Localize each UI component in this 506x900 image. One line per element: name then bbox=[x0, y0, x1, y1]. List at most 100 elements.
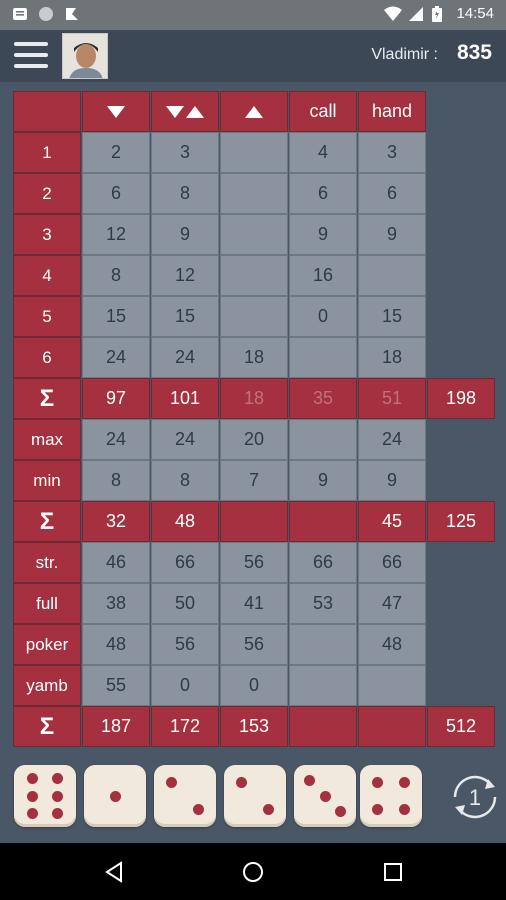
score-cell[interactable]: 9 bbox=[358, 460, 426, 501]
score-cell[interactable]: 4 bbox=[289, 132, 357, 173]
score-cell[interactable]: 0 bbox=[151, 665, 219, 706]
die-pip bbox=[27, 807, 39, 819]
column-header-down[interactable] bbox=[82, 91, 150, 132]
score-cell[interactable]: 2 bbox=[82, 132, 150, 173]
score-cell[interactable]: 48 bbox=[82, 624, 150, 665]
score-cell[interactable]: 24 bbox=[82, 337, 150, 378]
score-cell[interactable] bbox=[220, 132, 288, 173]
score-cell[interactable]: 8 bbox=[151, 460, 219, 501]
sum-cell bbox=[220, 501, 288, 542]
score-cell[interactable]: 12 bbox=[82, 214, 150, 255]
row-label: poker bbox=[13, 624, 81, 665]
score-cell[interactable]: 15 bbox=[358, 296, 426, 337]
score-cell[interactable]: 24 bbox=[358, 419, 426, 460]
score-cell[interactable]: 24 bbox=[151, 337, 219, 378]
score-cell[interactable]: 66 bbox=[151, 542, 219, 583]
score-cell[interactable]: 18 bbox=[220, 337, 288, 378]
sum-cell bbox=[289, 501, 357, 542]
sum-cell: 35 bbox=[289, 378, 357, 419]
home-icon[interactable] bbox=[240, 859, 266, 885]
roll-button[interactable]: 1 bbox=[446, 771, 504, 823]
score-cell[interactable]: 53 bbox=[289, 583, 357, 624]
column-header-call[interactable]: call bbox=[289, 91, 357, 132]
wifi-icon bbox=[384, 6, 403, 22]
recents-icon[interactable] bbox=[380, 859, 406, 885]
score-cell[interactable] bbox=[289, 665, 357, 706]
score-cell[interactable]: 20 bbox=[220, 419, 288, 460]
die-2[interactable] bbox=[84, 765, 146, 827]
score-cell[interactable] bbox=[289, 337, 357, 378]
column-header-hand[interactable]: hand bbox=[358, 91, 426, 132]
row-label: min bbox=[13, 460, 81, 501]
score-cell[interactable]: 56 bbox=[220, 624, 288, 665]
score-cell[interactable]: 6 bbox=[82, 173, 150, 214]
score-cell[interactable]: 18 bbox=[358, 337, 426, 378]
score-cell[interactable]: 15 bbox=[151, 296, 219, 337]
die-4[interactable] bbox=[224, 765, 286, 827]
score-cell[interactable]: 55 bbox=[82, 665, 150, 706]
sum-cell: 172 bbox=[151, 706, 219, 747]
score-cell[interactable]: 15 bbox=[82, 296, 150, 337]
die-pip bbox=[319, 790, 331, 802]
arrow-down-icon bbox=[107, 105, 125, 118]
score-cell[interactable]: 6 bbox=[289, 173, 357, 214]
score-cell[interactable] bbox=[220, 255, 288, 296]
score-cell[interactable]: 24 bbox=[82, 419, 150, 460]
score-cell[interactable]: 9 bbox=[289, 214, 357, 255]
row-label: str. bbox=[13, 542, 81, 583]
score-cell[interactable]: 8 bbox=[82, 460, 150, 501]
score-cell[interactable]: 3 bbox=[151, 132, 219, 173]
score-cell[interactable]: 0 bbox=[220, 665, 288, 706]
die-6[interactable] bbox=[360, 765, 422, 827]
row-label: full bbox=[13, 583, 81, 624]
score-cell[interactable]: 46 bbox=[82, 542, 150, 583]
menu-icon[interactable] bbox=[14, 42, 48, 68]
die-5[interactable] bbox=[294, 765, 356, 827]
score-cell[interactable] bbox=[220, 296, 288, 337]
score-cell[interactable]: 9 bbox=[289, 460, 357, 501]
avatar[interactable] bbox=[62, 33, 108, 79]
score-cell[interactable] bbox=[289, 419, 357, 460]
score-cell[interactable]: 0 bbox=[289, 296, 357, 337]
die-pip bbox=[109, 790, 121, 802]
score-cell[interactable]: 6 bbox=[358, 173, 426, 214]
sum-cell: 153 bbox=[220, 706, 288, 747]
score-cell[interactable]: 16 bbox=[289, 255, 357, 296]
row-label: 6 bbox=[13, 337, 81, 378]
score-cell[interactable]: 50 bbox=[151, 583, 219, 624]
sum-label: Σ bbox=[13, 378, 81, 419]
row-label: 2 bbox=[13, 173, 81, 214]
score-cell[interactable] bbox=[289, 624, 357, 665]
die-pip bbox=[51, 807, 63, 819]
score-cell[interactable]: 24 bbox=[151, 419, 219, 460]
column-header-down-up[interactable] bbox=[151, 91, 219, 132]
score-cell[interactable]: 3 bbox=[358, 132, 426, 173]
score-cell[interactable] bbox=[220, 214, 288, 255]
score-cell[interactable]: 41 bbox=[220, 583, 288, 624]
die-3[interactable] bbox=[154, 765, 216, 827]
score-cell[interactable]: 48 bbox=[358, 624, 426, 665]
die-pip bbox=[371, 776, 383, 788]
score-cell[interactable]: 12 bbox=[151, 255, 219, 296]
score-cell[interactable] bbox=[358, 665, 426, 706]
score-cell[interactable]: 66 bbox=[358, 542, 426, 583]
score-cell[interactable]: 7 bbox=[220, 460, 288, 501]
die-pip bbox=[165, 776, 177, 788]
score-cell[interactable] bbox=[220, 173, 288, 214]
column-header-up[interactable] bbox=[220, 91, 288, 132]
score-cell[interactable]: 66 bbox=[289, 542, 357, 583]
score-cell[interactable]: 9 bbox=[151, 214, 219, 255]
score-cell[interactable]: 56 bbox=[151, 624, 219, 665]
score-cell[interactable]: 47 bbox=[358, 583, 426, 624]
score-cell[interactable]: 9 bbox=[358, 214, 426, 255]
score-cell[interactable]: 56 bbox=[220, 542, 288, 583]
score-cell[interactable]: 8 bbox=[82, 255, 150, 296]
refresh-icon: 1 bbox=[453, 775, 497, 819]
status-time: 14:54 bbox=[456, 5, 494, 22]
arrow-down-up-icon bbox=[166, 105, 204, 118]
back-icon[interactable] bbox=[101, 859, 127, 885]
score-cell[interactable] bbox=[358, 255, 426, 296]
score-cell[interactable]: 38 bbox=[82, 583, 150, 624]
die-1[interactable] bbox=[14, 765, 76, 827]
score-cell[interactable]: 8 bbox=[151, 173, 219, 214]
